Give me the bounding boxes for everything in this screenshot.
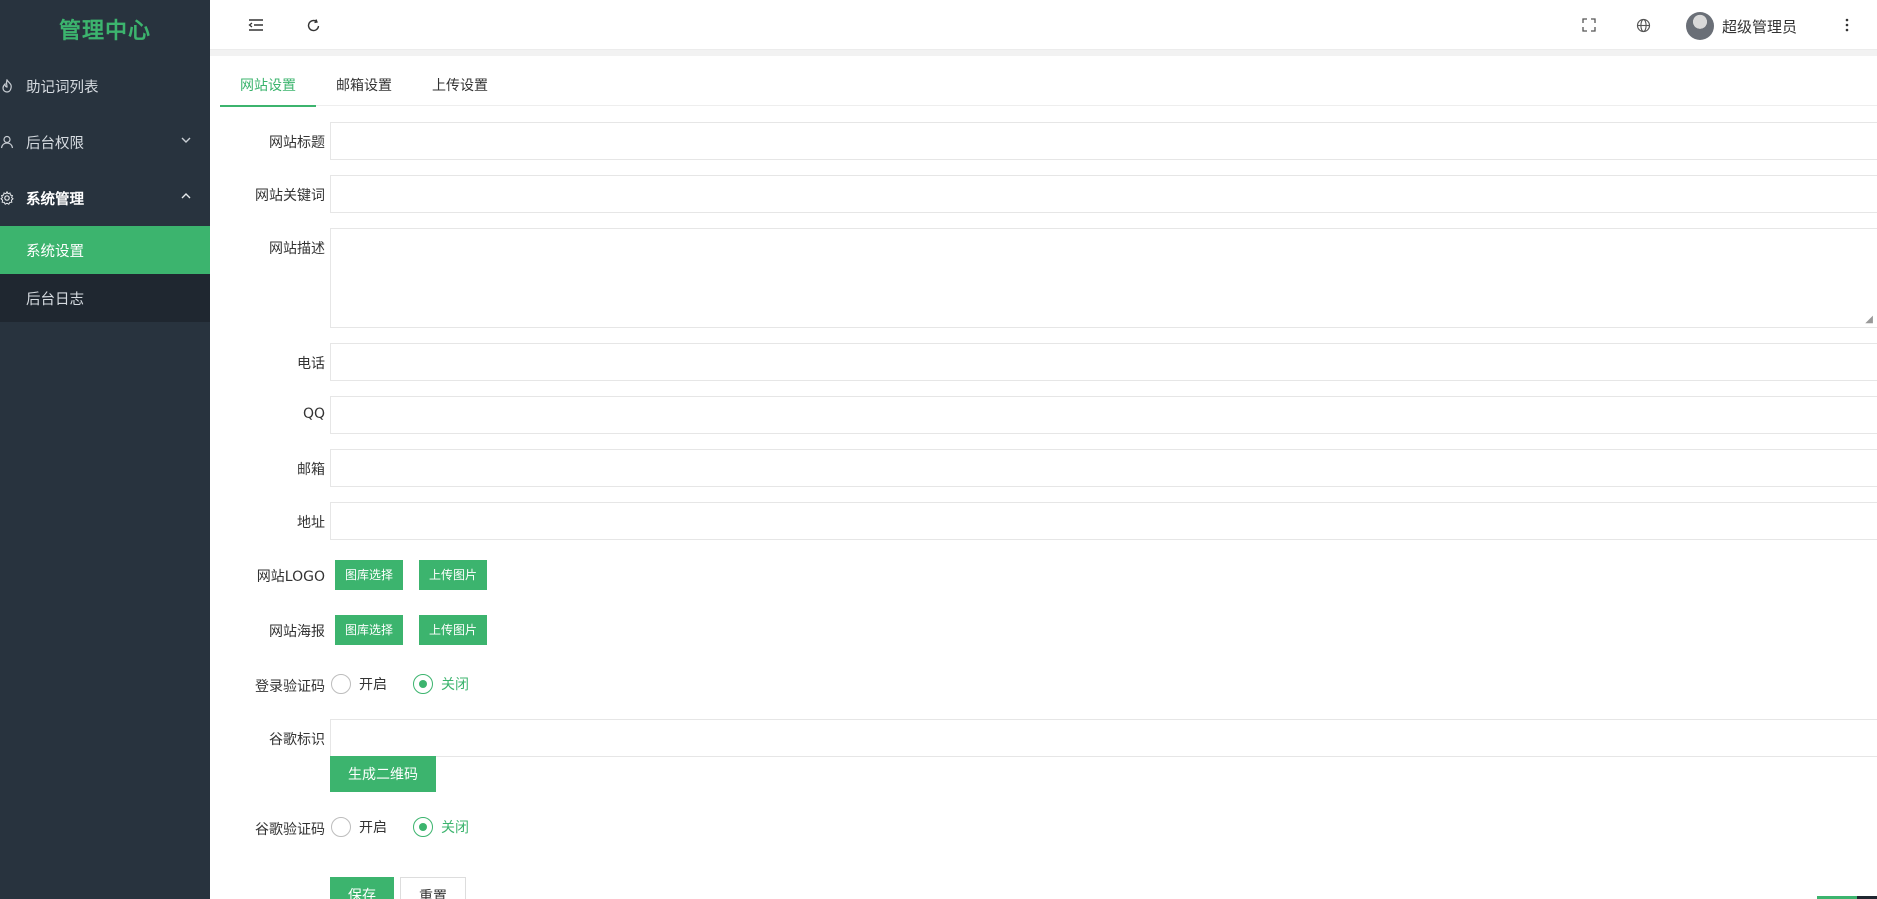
radio-label: 关闭 xyxy=(441,677,469,693)
email-label: 邮箱 xyxy=(297,462,325,478)
settings-tabs: 网站设置 邮箱设置 上传设置 xyxy=(220,66,1877,107)
user-name: 超级管理员 xyxy=(1721,17,1797,36)
google-captcha-label: 谷歌验证码 xyxy=(255,822,325,838)
poster-gallery-button[interactable]: 图库选择 xyxy=(335,615,404,645)
logo-gallery-button[interactable]: 图库选择 xyxy=(335,560,404,590)
sidebar-item-admin-permissions[interactable]: 后台权限 xyxy=(0,114,210,170)
user-menu[interactable]: 超级管理员 xyxy=(1685,12,1797,40)
sidebar-item-mnemonic-list[interactable]: 助记词列表 xyxy=(0,58,210,114)
qq-input-wrap xyxy=(330,396,1877,434)
email-input-wrap xyxy=(330,449,1877,487)
resize-handle-icon[interactable]: ◢ xyxy=(1865,314,1873,325)
generate-qrcode-button[interactable]: 生成二维码 xyxy=(330,756,436,792)
sidebar: 管理中心 助记词列表 后台权限 系统管理 系统设置 后台日志 xyxy=(0,0,210,899)
tab-upload-settings[interactable]: 上传设置 xyxy=(412,66,508,106)
site-keywords-input-wrap xyxy=(330,175,1877,213)
refresh-icon[interactable] xyxy=(303,15,323,35)
menu-fold-icon[interactable] xyxy=(246,15,266,35)
radio-checked-icon xyxy=(413,817,433,837)
topbar: 超级管理员 xyxy=(210,0,1877,50)
login-captcha-on-radio[interactable]: 开启 xyxy=(331,674,387,694)
fullscreen-icon[interactable] xyxy=(1579,15,1599,35)
phone-input[interactable] xyxy=(331,344,1877,380)
site-title-label: 网站标题 xyxy=(269,135,325,151)
radio-checked-icon xyxy=(413,674,433,694)
submenu-system: 系统设置 后台日志 xyxy=(0,226,210,322)
radio-label: 开启 xyxy=(359,677,387,693)
poster-upload-button[interactable]: 上传图片 xyxy=(419,615,488,645)
login-captcha-label: 登录验证码 xyxy=(255,679,325,695)
google-captcha-off-radio[interactable]: 关闭 xyxy=(413,817,469,837)
save-button[interactable]: 保存 xyxy=(330,877,394,899)
sidebar-item-admin-logs[interactable]: 后台日志 xyxy=(0,274,210,322)
sidebar-item-label: 助记词列表 xyxy=(26,79,99,96)
sidebar-item-system-settings[interactable]: 系统设置 xyxy=(0,226,210,274)
address-input-wrap xyxy=(330,502,1877,540)
radio-label: 关闭 xyxy=(441,820,469,836)
tab-email-settings[interactable]: 邮箱设置 xyxy=(316,66,412,106)
main-content: 网站设置 邮箱设置 上传设置 网站标题 网站关键词 网站描述 ◢ 电话 QQ 邮… xyxy=(210,56,1877,899)
email-input[interactable] xyxy=(331,450,1877,486)
google-id-label: 谷歌标识 xyxy=(269,732,325,748)
site-description-textarea[interactable] xyxy=(331,229,1877,327)
login-captcha-off-radio[interactable]: 关闭 xyxy=(413,674,469,694)
qq-input[interactable] xyxy=(331,397,1877,433)
site-logo-label: 网站LOGO xyxy=(256,569,325,585)
phone-label: 电话 xyxy=(297,356,325,372)
fire-icon xyxy=(0,79,26,93)
radio-icon xyxy=(331,817,351,837)
address-input[interactable] xyxy=(331,503,1877,539)
chevron-down-icon xyxy=(180,134,192,150)
avatar xyxy=(1685,12,1714,40)
chevron-up-icon xyxy=(180,190,192,206)
sidebar-item-system-management[interactable]: 系统管理 xyxy=(0,170,210,226)
google-captcha-on-radio[interactable]: 开启 xyxy=(331,817,387,837)
address-label: 地址 xyxy=(297,515,325,531)
reset-button[interactable]: 重置 xyxy=(400,877,466,899)
site-title-input-wrap xyxy=(330,122,1877,160)
site-keywords-input[interactable] xyxy=(331,176,1877,212)
site-description-label: 网站描述 xyxy=(269,241,325,257)
google-id-input-wrap xyxy=(330,719,1877,757)
phone-input-wrap xyxy=(330,343,1877,381)
more-vertical-icon[interactable] xyxy=(1837,15,1857,35)
gear-icon xyxy=(0,191,26,205)
logo-upload-button[interactable]: 上传图片 xyxy=(419,560,488,590)
globe-icon[interactable] xyxy=(1633,15,1653,35)
tab-site-settings[interactable]: 网站设置 xyxy=(220,66,316,107)
radio-label: 开启 xyxy=(359,820,387,836)
site-title-input[interactable] xyxy=(331,123,1877,159)
brand-title: 管理中心 xyxy=(0,0,210,58)
sidebar-item-label: 后台权限 xyxy=(26,135,84,152)
site-keywords-label: 网站关键词 xyxy=(255,188,325,204)
google-id-input[interactable] xyxy=(331,720,1877,756)
sidebar-item-label: 系统管理 xyxy=(26,191,84,208)
site-description-textarea-wrap: ◢ xyxy=(330,228,1877,328)
radio-icon xyxy=(331,674,351,694)
user-icon xyxy=(0,135,26,149)
qq-label: QQ xyxy=(302,406,325,422)
site-poster-label: 网站海报 xyxy=(269,624,325,640)
